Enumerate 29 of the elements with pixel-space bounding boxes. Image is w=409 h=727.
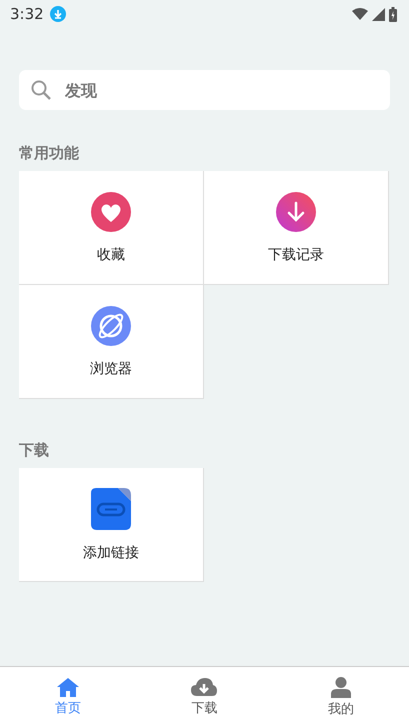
tile-label: 收藏 <box>97 246 125 264</box>
feature-tile[interactable]: 下载记录 <box>204 171 389 285</box>
download-notification-icon <box>50 6 66 22</box>
tab-label: 我的 <box>328 700 354 718</box>
wifi-icon <box>352 8 368 20</box>
status-time: 3:32 <box>10 5 44 23</box>
signal-icon <box>372 8 385 20</box>
tab-label: 首页 <box>55 700 82 717</box>
user-icon <box>330 676 351 698</box>
tab[interactable]: 下载 <box>136 667 273 727</box>
tile-label: 添加链接 <box>83 544 139 562</box>
planet-icon <box>91 306 131 346</box>
feature-tile[interactable]: 浏览器 <box>19 285 204 399</box>
section-title: 下载 <box>19 441 50 460</box>
tab-label: 下载 <box>191 700 218 717</box>
search-field[interactable]: 发现 <box>19 70 390 110</box>
tab[interactable]: 我的 <box>272 667 409 727</box>
cloud-download-icon <box>191 677 218 697</box>
section-title: 常用功能 <box>19 144 80 163</box>
tile-label: 浏览器 <box>90 360 132 378</box>
tile-label: 下载记录 <box>268 246 324 264</box>
download-icon <box>276 192 316 232</box>
battery-icon <box>389 6 397 22</box>
link-file-icon <box>91 488 131 530</box>
search-icon <box>31 80 51 100</box>
feature-tile[interactable]: 收藏 <box>19 171 204 285</box>
home-icon <box>57 677 80 697</box>
tab[interactable]: 首页 <box>0 667 136 727</box>
feature-tile[interactable]: 添加链接 <box>19 468 204 582</box>
